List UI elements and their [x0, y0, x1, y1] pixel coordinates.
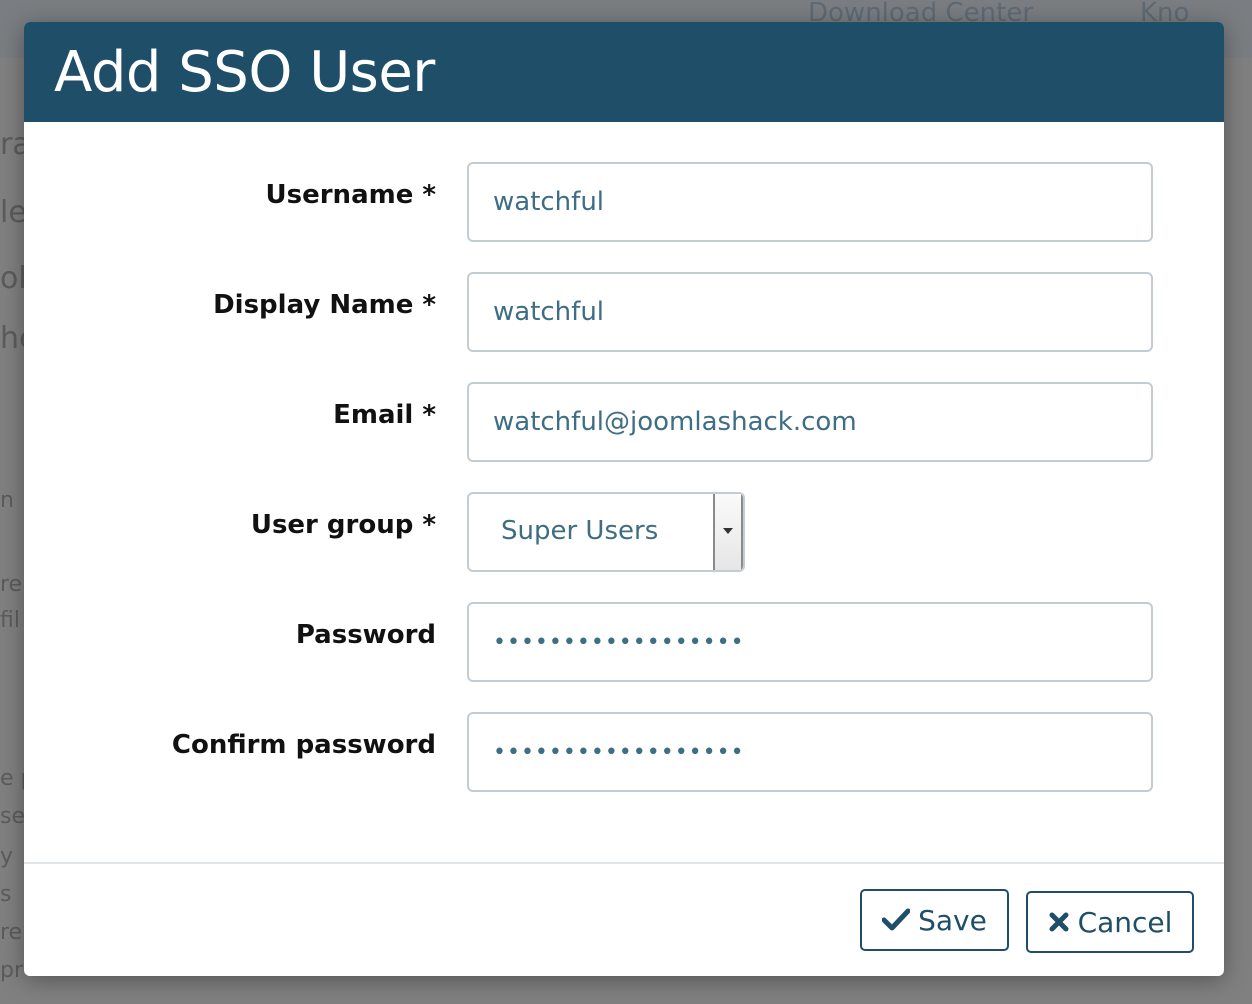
background-text: le [0, 195, 27, 230]
email-label: Email * [333, 400, 436, 430]
cancel-button-label: Cancel [1077, 905, 1173, 939]
password-input[interactable] [467, 602, 1153, 682]
confirm-password-row: Confirm password [24, 712, 1224, 792]
caret-down-icon [723, 528, 733, 534]
modal-title: Add SSO User [54, 39, 435, 105]
username-row: Username * [24, 162, 1224, 242]
background-text: y [0, 844, 14, 869]
add-sso-user-modal: Add SSO User Username * Display Name * E… [24, 22, 1224, 976]
display-name-label: Display Name * [213, 290, 436, 320]
confirm-password-label: Confirm password [171, 730, 436, 760]
user-group-selected-value: Super Users [501, 516, 659, 546]
display-name-row: Display Name * [24, 272, 1224, 352]
background-text: se [0, 804, 25, 829]
user-group-label: User group * [250, 510, 436, 540]
modal-header: Add SSO User [24, 22, 1224, 122]
background-text: fil [0, 608, 20, 633]
email-row: Email * [24, 382, 1224, 462]
modal-footer: Save Cancel [24, 862, 1224, 976]
email-input[interactable] [467, 382, 1153, 462]
display-name-input[interactable] [467, 272, 1153, 352]
close-icon [1048, 907, 1070, 940]
background-text: s [0, 882, 12, 907]
username-input[interactable] [467, 162, 1153, 242]
cancel-button[interactable]: Cancel [1026, 891, 1194, 953]
background-text: re [0, 920, 23, 945]
user-group-row: User group * Super Users [24, 492, 1224, 572]
background-text: pr [0, 958, 24, 983]
user-group-dropdown-button[interactable] [713, 494, 743, 570]
password-row: Password [24, 602, 1224, 682]
confirm-password-input[interactable] [467, 712, 1153, 792]
background-text: re [0, 572, 23, 597]
background-text: ol [0, 261, 27, 296]
username-label: Username * [265, 180, 436, 210]
background-text: n [0, 488, 14, 513]
check-icon [881, 905, 911, 938]
save-button-label: Save [918, 903, 987, 937]
user-group-select[interactable]: Super Users [467, 492, 745, 572]
save-button[interactable]: Save [860, 889, 1009, 951]
password-label: Password [295, 620, 436, 650]
modal-body: Username * Display Name * Email * User g… [24, 122, 1224, 862]
